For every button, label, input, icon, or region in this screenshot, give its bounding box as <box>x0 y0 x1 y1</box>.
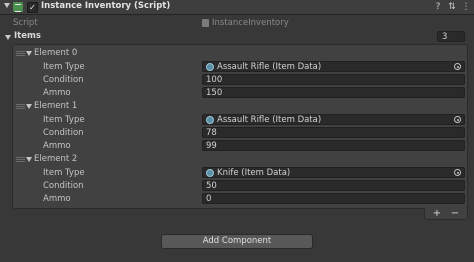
drag-handle-icon[interactable] <box>16 104 25 109</box>
element-header[interactable]: Element 2 <box>34 153 77 165</box>
item-type-field[interactable]: Assault Rifle (Item Data) <box>202 114 465 125</box>
element-header[interactable]: Element 1 <box>34 100 77 112</box>
component-foldout-icon[interactable] <box>4 3 10 8</box>
condition-label: Condition <box>43 75 84 85</box>
ammo-field[interactable]: 0 <box>202 193 465 204</box>
object-picker-icon[interactable] <box>454 169 461 176</box>
item-type-label: Item Type <box>43 115 85 125</box>
help-icon[interactable]: ? <box>433 2 443 12</box>
component-title: Instance Inventory (Script) <box>41 1 171 11</box>
item-type-field[interactable]: Assault Rifle (Item Data) <box>202 61 465 72</box>
items-size-field[interactable]: 3 <box>437 31 465 42</box>
items-foldout-icon[interactable] <box>5 35 11 40</box>
context-menu-icon[interactable]: ⋮ <box>461 2 471 12</box>
ammo-label: Ammo <box>43 141 71 151</box>
script-icon <box>13 2 23 12</box>
object-picker-icon[interactable] <box>454 116 461 123</box>
remove-element-button[interactable]: − <box>447 208 463 219</box>
element-header[interactable]: Element 0 <box>34 47 77 59</box>
ammo-label: Ammo <box>43 88 71 98</box>
preset-icon[interactable]: ⇅ <box>447 2 457 12</box>
condition-label: Condition <box>43 181 84 191</box>
component-enabled-checkbox[interactable]: ✓ <box>27 2 38 13</box>
scriptable-object-icon <box>206 116 214 124</box>
script-field: InstanceInventory <box>202 17 289 29</box>
script-field-value: InstanceInventory <box>212 18 289 28</box>
script-label: Script <box>13 18 38 28</box>
drag-handle-icon[interactable] <box>16 157 25 162</box>
condition-field[interactable]: 100 <box>202 74 465 85</box>
element-foldout-icon[interactable] <box>26 51 32 56</box>
condition-label: Condition <box>43 128 84 138</box>
item-type-value: Knife (Item Data) <box>217 168 291 178</box>
drag-handle-icon[interactable] <box>16 51 25 56</box>
add-component-button[interactable]: Add Component <box>161 234 313 249</box>
items-label[interactable]: Items <box>14 30 41 42</box>
scriptable-object-icon <box>206 169 214 177</box>
item-type-label: Item Type <box>43 62 85 72</box>
item-type-value: Assault Rifle (Item Data) <box>217 115 322 125</box>
add-element-button[interactable]: + <box>429 208 445 219</box>
scriptable-object-icon <box>206 63 214 71</box>
list-footer: + − <box>424 208 468 220</box>
ammo-field[interactable]: 99 <box>202 140 465 151</box>
condition-field[interactable]: 78 <box>202 127 465 138</box>
condition-field[interactable]: 50 <box>202 180 465 191</box>
item-type-value: Assault Rifle (Item Data) <box>217 62 322 72</box>
component-header[interactable]: ✓ Instance Inventory (Script) ? ⇅ ⋮ <box>0 0 474 15</box>
item-type-label: Item Type <box>43 168 85 178</box>
item-type-field[interactable]: Knife (Item Data) <box>202 167 465 178</box>
script-file-icon <box>202 18 209 27</box>
element-foldout-icon[interactable] <box>26 104 32 109</box>
object-picker-icon[interactable] <box>454 63 461 70</box>
ammo-label: Ammo <box>43 194 71 204</box>
element-foldout-icon[interactable] <box>26 157 32 162</box>
ammo-field[interactable]: 150 <box>202 87 465 98</box>
